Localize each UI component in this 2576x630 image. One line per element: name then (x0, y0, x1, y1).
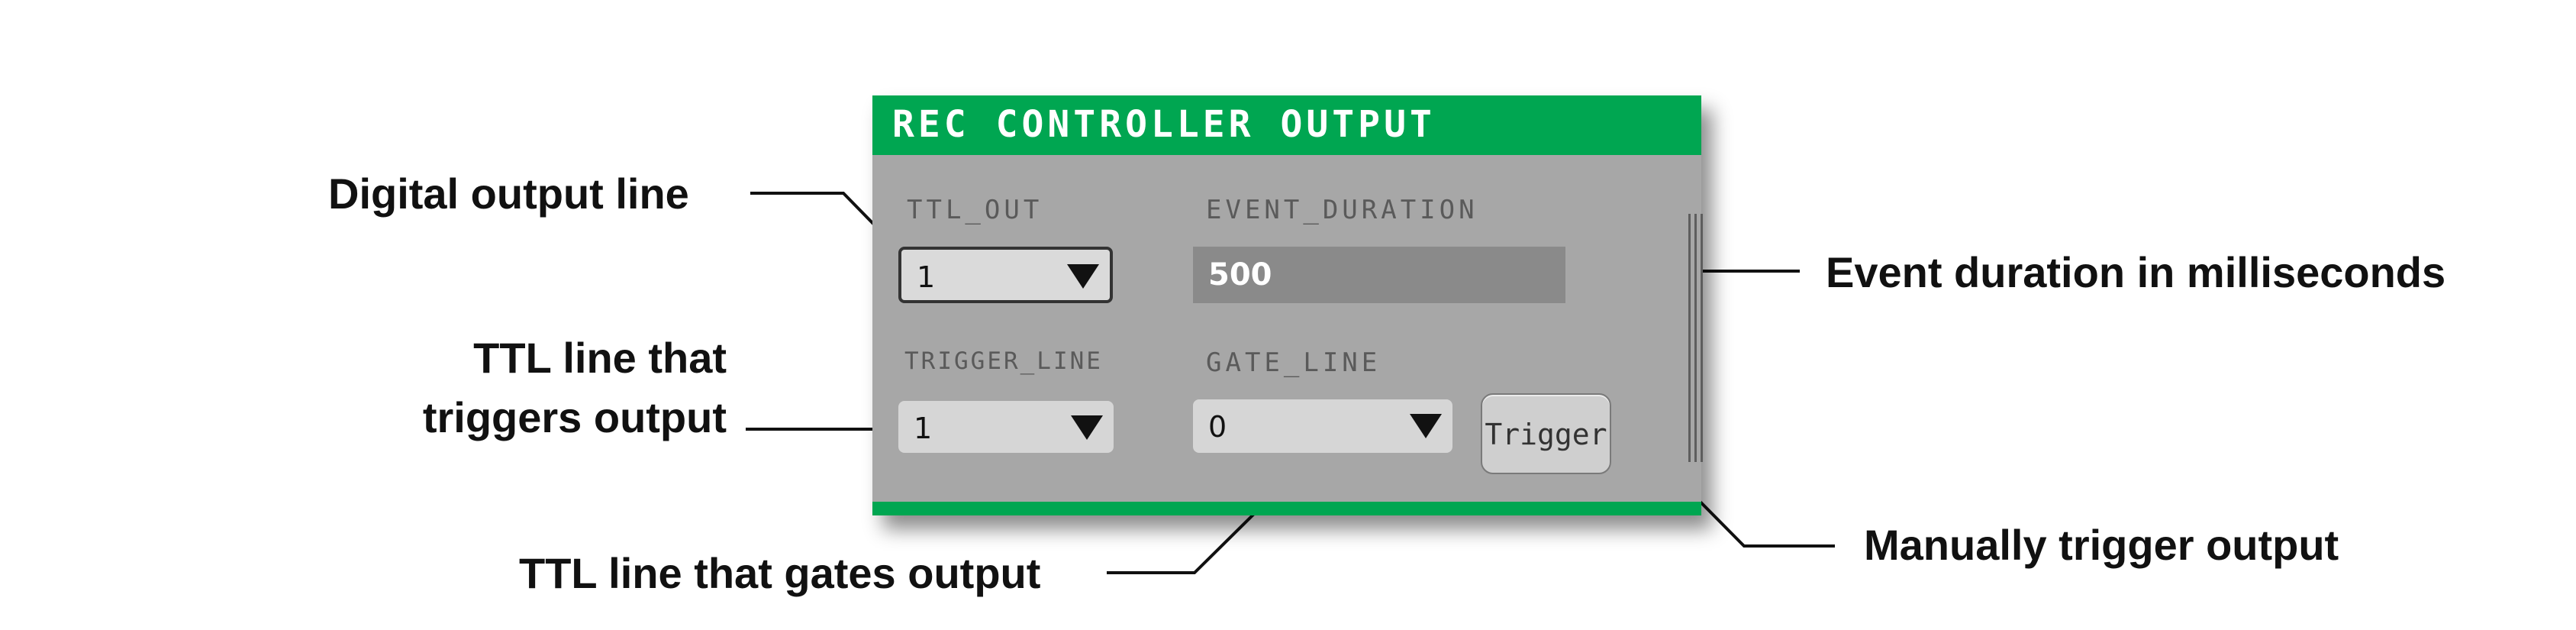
scrollbar-rail-right (1701, 214, 1703, 462)
callout-manual-trigger: Manually trigger output (1864, 521, 2339, 569)
rec-controller-output-panel: REC CONTROLLER OUTPUT TTL_OUT 1 EVENT_DU… (872, 95, 1704, 515)
event-duration-label: EVENT_DURATION (1206, 195, 1478, 225)
panel-header: REC CONTROLLER OUTPUT (872, 95, 1701, 155)
trigger-line-label: TRIGGER_LINE (904, 347, 1103, 375)
gate-line-value: 0 (1208, 410, 1227, 444)
ttl-out-select[interactable]: 1 (898, 247, 1113, 303)
trigger-button[interactable]: Trigger (1481, 393, 1611, 474)
callout-trigger-line-1: TTL line that (473, 334, 727, 382)
callout-digital-output: Digital output line (328, 170, 689, 218)
chevron-down-icon (1067, 264, 1099, 289)
scrollbar-rail-left (1688, 214, 1691, 462)
gate-line-select[interactable]: 0 (1193, 399, 1452, 453)
chevron-down-icon (1410, 414, 1442, 438)
trigger-button-label: Trigger (1485, 418, 1607, 451)
ttl-out-label: TTL_OUT (907, 195, 1043, 225)
gate-line-label: GATE_LINE (1206, 347, 1381, 378)
scrollbar-rail-middle (1694, 214, 1697, 462)
panel-footer (872, 502, 1701, 515)
scrollbar[interactable] (1688, 214, 1704, 462)
panel-title: REC CONTROLLER OUTPUT (892, 103, 1436, 146)
callout-event-duration: Event duration in milliseconds (1826, 248, 2446, 296)
event-duration-input[interactable]: 500 (1193, 247, 1565, 303)
chevron-down-icon (1071, 415, 1103, 440)
event-duration-value: 500 (1208, 257, 1272, 292)
ttl-out-value: 1 (917, 260, 936, 294)
callout-gate-line: TTL line that gates output (519, 549, 1041, 597)
callout-trigger-line: TTL line that triggers output (423, 328, 727, 447)
trigger-line-select[interactable]: 1 (898, 401, 1114, 453)
callout-trigger-line-2: triggers output (422, 393, 727, 441)
trigger-line-value: 1 (914, 412, 933, 445)
